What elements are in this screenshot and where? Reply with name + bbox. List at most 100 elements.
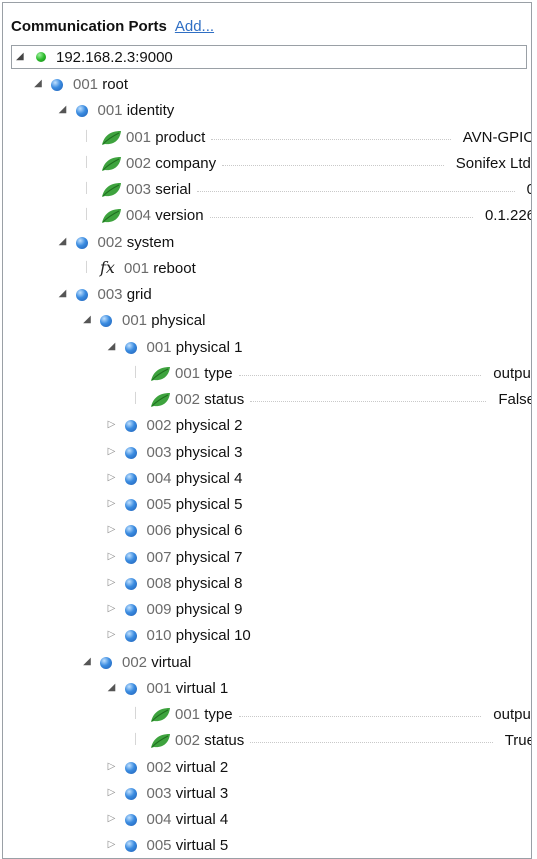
tree-item-node[interactable]: ◢ 003 grid [3, 282, 531, 308]
item-name: type [204, 706, 233, 723]
function-fx-icon: fx [100, 257, 115, 277]
item-name: product [155, 128, 206, 146]
tree-item-label: 003 virtual 3 [147, 785, 229, 802]
tree-item-node[interactable]: ▷ 006 physical 6 [3, 518, 531, 544]
tree-item-node[interactable]: ◢ 001 virtual 1 [3, 676, 531, 702]
tree-item-node[interactable]: ▷ 007 physical 7 [3, 545, 531, 571]
tree-item-node[interactable]: ▷ 004 virtual 4 [3, 807, 531, 833]
expand-triangle-icon[interactable]: ▷ [107, 603, 117, 615]
tree-item-function[interactable]: │ fx 001 reboot [3, 256, 531, 282]
expand-triangle-icon[interactable]: ▷ [107, 787, 117, 799]
tree-line-icon: │ [83, 130, 91, 142]
tree-item-node[interactable]: ▷ 004 physical 4 [3, 466, 531, 492]
item-number: 005 [146, 496, 176, 513]
tree-item-label: 006 physical 6 [147, 522, 243, 539]
dotted-leader [250, 401, 487, 402]
tree-item-label: 005 virtual 5 [147, 837, 229, 854]
tree-item-label: 003 physical 3 [147, 444, 243, 461]
tree-item-param[interactable]: │ 002 company Sonifex Ltd. [3, 151, 531, 177]
expand-triangle-icon[interactable]: ▷ [107, 419, 117, 431]
collapse-triangle-icon[interactable]: ◢ [58, 288, 68, 300]
tree-item-node[interactable]: ◢ 001 identity [3, 98, 531, 124]
item-name: virtual 2 [175, 758, 229, 776]
collapse-triangle-icon[interactable]: ◢ [58, 104, 68, 116]
item-name: reboot [153, 259, 196, 277]
parameter-value: AVN-GPIO [462, 128, 532, 146]
expand-triangle-icon[interactable]: ▷ [107, 498, 117, 510]
collapse-triangle-icon[interactable]: ◢ [58, 236, 68, 248]
tree-item-node[interactable]: ▷ 002 virtual 2 [3, 755, 531, 781]
expand-triangle-icon[interactable]: ▷ [107, 839, 117, 851]
expand-triangle-icon[interactable]: ▷ [107, 472, 117, 484]
collapse-triangle-icon[interactable]: ◢ [82, 656, 92, 668]
item-name: physical 5 [175, 496, 243, 513]
item-number: 002 [146, 758, 176, 776]
tree-item-label: 001 virtual 1 [147, 680, 229, 697]
tree-item-node[interactable]: ▷ 009 physical 9 [3, 597, 531, 623]
collapse-triangle-icon[interactable]: ◢ [107, 682, 117, 694]
tree-item-param[interactable]: │ 002 status True [3, 728, 531, 754]
node-sphere-icon [100, 315, 112, 328]
expand-triangle-icon[interactable]: ▷ [107, 813, 117, 825]
tree-item-node[interactable]: ▷ 003 physical 3 [3, 440, 531, 466]
connection-status-icon [36, 52, 46, 62]
tree-line-icon: │ [132, 708, 140, 719]
tree-line-icon: │ [83, 261, 91, 273]
add-port-link[interactable]: Add... [175, 18, 214, 35]
tree-item-param[interactable]: │ 001 product AVN-GPIO [3, 125, 532, 151]
dotted-leader [238, 374, 482, 376]
item-number: 006 [146, 522, 176, 540]
tree-item-node[interactable]: ◢ 001 root [3, 72, 531, 98]
expand-triangle-icon[interactable]: ▷ [107, 629, 117, 641]
tree-item-param[interactable]: │ 002 status False [3, 387, 532, 413]
tree-item-label: 004 physical 4 [147, 470, 243, 487]
leaf-icon [149, 707, 171, 723]
tree-item-label: 002 virtual 2 [147, 759, 229, 776]
leaf-icon [149, 733, 171, 749]
item-name: identity [126, 102, 175, 120]
tree-item-node[interactable]: ◢ 002 system [3, 230, 531, 256]
tree-item-label: 001 root [73, 76, 128, 93]
item-number: 004 [146, 469, 176, 487]
item-number: 001 [146, 679, 176, 697]
expand-triangle-icon[interactable]: ▷ [107, 446, 117, 458]
expand-triangle-icon[interactable]: ▷ [107, 761, 117, 773]
tree-item-label: 001 identity [98, 102, 175, 119]
tree-item-node[interactable]: ▷ 002 physical 2 [3, 413, 531, 439]
tree-item-node[interactable]: ◢ 002 virtual [3, 650, 531, 676]
expand-triangle-icon[interactable]: ▷ [107, 577, 117, 589]
tree-item-param[interactable]: │ 001 type output [3, 702, 531, 728]
tree-item-param[interactable]: │ 003 serial 0 [3, 177, 531, 203]
collapse-triangle-icon[interactable]: ◢ [107, 341, 117, 353]
item-number: 003 [97, 286, 127, 303]
tree-item-node[interactable]: ▷ 003 virtual 3 [3, 781, 531, 807]
item-number: 001 [126, 128, 156, 146]
parameter-value: False [498, 391, 532, 408]
collapse-triangle-icon[interactable]: ◢ [33, 78, 43, 90]
tree-line-icon: │ [132, 734, 140, 746]
tree-item-param[interactable]: │ 004 version 0.1.226 [3, 203, 531, 229]
tree-item-node[interactable]: ◢ 001 physical 1 [3, 335, 531, 361]
node-sphere-icon [124, 814, 137, 826]
node-sphere-icon [124, 787, 137, 800]
tree-item-node[interactable]: ▷ 005 physical 5 [3, 492, 531, 518]
tree-item-node[interactable]: ▷ 008 physical 8 [3, 571, 531, 597]
expand-triangle-icon[interactable]: ▷ [107, 524, 117, 536]
item-number: 003 [146, 443, 176, 461]
dotted-leader [238, 716, 482, 717]
port-row[interactable]: ◢ 192.168.2.3:9000 [11, 45, 527, 69]
node-sphere-icon [100, 656, 112, 669]
node-sphere-icon [124, 551, 137, 564]
collapse-triangle-icon[interactable]: ◢ [82, 314, 92, 326]
collapse-triangle-icon[interactable]: ◢ [16, 51, 24, 62]
tree-item-node[interactable]: ▷ 005 virtual 5 [3, 833, 531, 858]
node-sphere-icon [124, 840, 137, 853]
expand-triangle-icon[interactable]: ▷ [107, 551, 117, 563]
tree-item-node[interactable]: ◢ 001 physical [3, 308, 531, 334]
tree-item-node[interactable]: ▷ 010 physical 10 [3, 623, 531, 649]
node-sphere-icon [124, 446, 137, 459]
leaf-icon [100, 182, 122, 198]
tree-item-param[interactable]: │ 001 type output [3, 361, 531, 387]
item-name: physical 7 [175, 548, 243, 566]
tree-line-icon: │ [132, 366, 140, 378]
